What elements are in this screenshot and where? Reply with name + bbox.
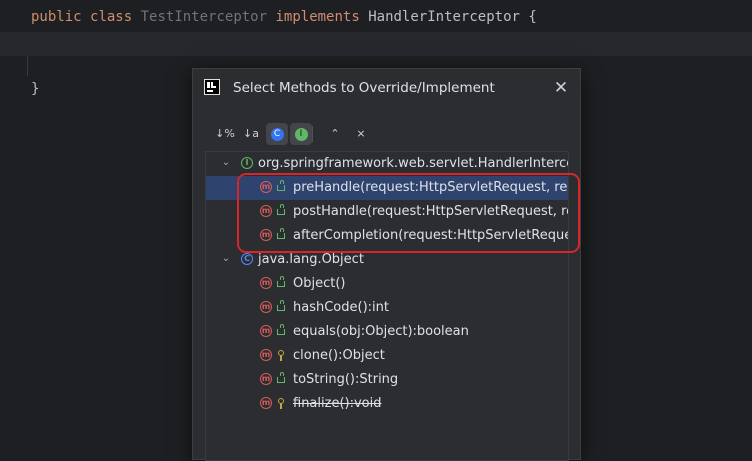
tree-item-finalize[interactable]: m finalize():void (206, 392, 568, 416)
show-classes-toggle[interactable]: C (266, 123, 288, 145)
toolbar-separator (312, 126, 313, 142)
tree-item-object-constructor[interactable]: m Object() (206, 272, 568, 296)
tree-item-aftercompletion[interactable]: m afterCompletion(request:HttpServletReq… (206, 224, 568, 248)
method-label: preHandle(request:HttpServletRequest, re… (293, 180, 568, 195)
method-icon: m (260, 181, 272, 193)
dialog-title: Select Methods to Override/Implement (233, 80, 495, 96)
tree-group-handlerinterceptor[interactable]: ⌄ I org.springframework.web.servlet.Hand… (206, 152, 568, 176)
code-line-close-brace: } (31, 81, 40, 97)
indent-guide (27, 56, 28, 76)
method-icon: m (260, 325, 272, 337)
close-icon[interactable]: ✕ (551, 78, 571, 98)
interface-icon: I (294, 127, 308, 141)
group-label: java.lang.Object (258, 252, 364, 267)
methods-tree[interactable]: ⌄ I org.springframework.web.servlet.Hand… (205, 151, 569, 461)
override-methods-dialog: Select Methods to Override/Implement ✕ ↓… (192, 68, 581, 461)
method-label: equals(obj:Object):boolean (293, 324, 469, 339)
method-label: afterCompletion(request:HttpServletReque… (293, 228, 568, 243)
class-name: TestInterceptor (140, 9, 268, 25)
intellij-logo-icon (204, 79, 220, 95)
public-access-icon (277, 204, 285, 215)
protected-access-key-icon (277, 350, 285, 362)
code-line-class-declaration[interactable]: public class TestInterceptor implements … (31, 9, 537, 25)
interface-name: HandlerInterceptor (368, 9, 520, 25)
method-icon: m (260, 229, 272, 241)
method-label: toString():String (293, 372, 399, 387)
public-access-icon (277, 180, 285, 191)
method-icon: m (260, 277, 272, 289)
interface-icon: I (241, 157, 253, 169)
public-access-icon (277, 276, 285, 287)
dialog-toolbar: ↓% ↓a C I ⌃ ⨯ (193, 121, 580, 147)
collapse-all-icon[interactable]: ⨯ (350, 123, 372, 145)
public-access-icon (277, 228, 285, 239)
keyword-public: public (31, 9, 82, 25)
method-label: Object() (293, 276, 346, 291)
tree-item-tostring[interactable]: m toString():String (206, 368, 568, 392)
keyword-class: class (90, 9, 133, 25)
class-icon: C (270, 127, 284, 141)
tree-item-prehandle[interactable]: m preHandle(request:HttpServletRequest, … (206, 176, 568, 200)
show-interfaces-toggle[interactable]: I (290, 123, 312, 145)
public-access-icon (277, 300, 285, 311)
sort-alphabetically-icon[interactable]: ↓a (240, 123, 262, 145)
expand-all-icon[interactable]: ⌃ (324, 123, 346, 145)
sort-by-visibility-icon[interactable]: ↓% (214, 123, 236, 145)
open-brace: { (528, 9, 537, 25)
dialog-titlebar[interactable]: Select Methods to Override/Implement ✕ (193, 69, 580, 109)
tree-item-clone[interactable]: m clone():Object (206, 344, 568, 368)
public-access-icon (277, 324, 285, 335)
method-icon: m (260, 397, 272, 409)
method-label: clone():Object (293, 348, 385, 363)
method-label-deprecated: finalize():void (293, 396, 382, 411)
method-label: postHandle(request:HttpServletRequest, r… (293, 204, 568, 219)
method-icon: m (260, 349, 272, 361)
class-icon: C (241, 253, 253, 265)
tree-item-hashcode[interactable]: m hashCode():int (206, 296, 568, 320)
chevron-down-icon[interactable]: ⌄ (220, 253, 232, 265)
tree-group-object[interactable]: ⌄ C java.lang.Object (206, 248, 568, 272)
method-icon: m (260, 373, 272, 385)
method-label: hashCode():int (293, 300, 389, 315)
chevron-down-icon[interactable]: ⌄ (220, 157, 232, 169)
current-line-highlight (0, 32, 752, 56)
protected-access-key-icon (277, 398, 285, 410)
tree-item-posthandle[interactable]: m postHandle(request:HttpServletRequest,… (206, 200, 568, 224)
tree-item-equals[interactable]: m equals(obj:Object):boolean (206, 320, 568, 344)
method-icon: m (260, 301, 272, 313)
keyword-implements: implements (275, 9, 360, 25)
public-access-icon (277, 372, 285, 383)
method-icon: m (260, 205, 272, 217)
group-label: org.springframework.web.servlet.HandlerI… (258, 156, 568, 171)
